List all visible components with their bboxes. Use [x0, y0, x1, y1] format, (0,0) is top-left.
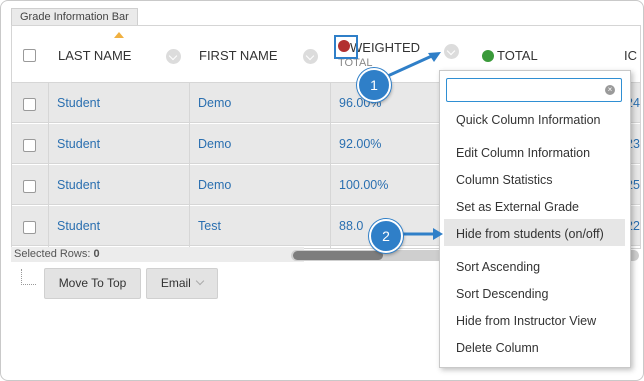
- weighted-total-cell[interactable]: 92.00%: [339, 137, 381, 151]
- callout-badge-1: 1: [357, 68, 391, 102]
- highlight-box: [334, 35, 358, 59]
- row-checkbox[interactable]: [23, 180, 36, 193]
- last-name-cell[interactable]: Student: [57, 96, 100, 110]
- grade-information-bar-tab[interactable]: Grade Information Bar: [11, 8, 138, 26]
- first-name-cell[interactable]: Test: [198, 219, 221, 233]
- weighted-total-cell[interactable]: 88.0: [339, 219, 363, 233]
- callout-badge-2: 2: [369, 219, 403, 253]
- last-name-header[interactable]: LAST NAME: [48, 26, 189, 83]
- last-name-cell[interactable]: Student: [57, 178, 100, 192]
- last-name-column: LAST NAME Student Student Student Studen…: [48, 26, 190, 248]
- menu-item-column-statistics[interactable]: Column Statistics: [456, 173, 553, 187]
- menu-item-sort-descending[interactable]: Sort Descending: [456, 287, 548, 301]
- gradebook-window: Grade Information Bar LAST NAME Student: [0, 0, 644, 381]
- chevron-down-icon: [195, 276, 205, 286]
- connector-line: [21, 269, 36, 285]
- row-checkbox[interactable]: [23, 98, 36, 111]
- sort-indicator-icon: [114, 32, 124, 38]
- menu-search-input[interactable]: ×: [446, 78, 622, 102]
- select-all-checkbox[interactable]: [23, 49, 36, 62]
- first-name-header[interactable]: FIRST NAME: [189, 26, 330, 83]
- total-label: TOTAL: [497, 48, 538, 63]
- menu-item-delete-column[interactable]: Delete Column: [456, 341, 539, 355]
- first-name-cell[interactable]: Demo: [198, 96, 231, 110]
- menu-item-set-as-external-grade[interactable]: Set as External Grade: [456, 200, 579, 214]
- weighted-label: WEIGHTED: [350, 40, 421, 55]
- menu-item-sort-ascending[interactable]: Sort Ascending: [456, 260, 540, 274]
- chevron-down-icon[interactable]: [444, 44, 459, 59]
- menu-item-hide-from-students[interactable]: Hide from students (on/off): [456, 227, 604, 241]
- row-checkbox[interactable]: [23, 139, 36, 152]
- weighted-total-cell[interactable]: 100.00%: [339, 178, 388, 192]
- ic-label: IC: [624, 48, 637, 63]
- menu-item-edit-column-information[interactable]: Edit Column Information: [456, 146, 590, 160]
- selected-rows-bar: Selected Rows: 0: [11, 247, 304, 262]
- check-circle-icon: [482, 50, 494, 62]
- first-name-column: FIRST NAME Demo Demo Demo Test: [189, 26, 331, 248]
- header-cell: [12, 26, 48, 83]
- last-name-cell[interactable]: Student: [57, 137, 100, 151]
- clear-icon[interactable]: ×: [605, 85, 615, 95]
- first-name-cell[interactable]: Demo: [198, 178, 231, 192]
- first-name-cell[interactable]: Demo: [198, 137, 231, 151]
- chevron-down-icon[interactable]: [303, 49, 318, 64]
- scrollbar-thumb[interactable]: [293, 251, 383, 260]
- column-context-menu: × Quick Column Information Edit Column I…: [439, 70, 631, 368]
- checkbox-column: [12, 26, 49, 248]
- move-to-top-button[interactable]: Move To Top: [44, 268, 141, 299]
- last-name-cell[interactable]: Student: [57, 219, 100, 233]
- row-checkbox[interactable]: [23, 221, 36, 234]
- last-name-label: LAST NAME: [58, 48, 132, 63]
- menu-item-hide-from-instructor-view[interactable]: Hide from Instructor View: [456, 314, 596, 328]
- selected-rows-count: 0: [93, 248, 100, 260]
- chevron-down-icon[interactable]: [166, 49, 181, 64]
- email-label: Email: [160, 276, 191, 290]
- email-button[interactable]: Email: [146, 268, 218, 299]
- selected-rows-label: Selected Rows:: [14, 248, 91, 260]
- menu-item-quick-column-information[interactable]: Quick Column Information: [456, 113, 601, 127]
- first-name-label: FIRST NAME: [199, 48, 278, 63]
